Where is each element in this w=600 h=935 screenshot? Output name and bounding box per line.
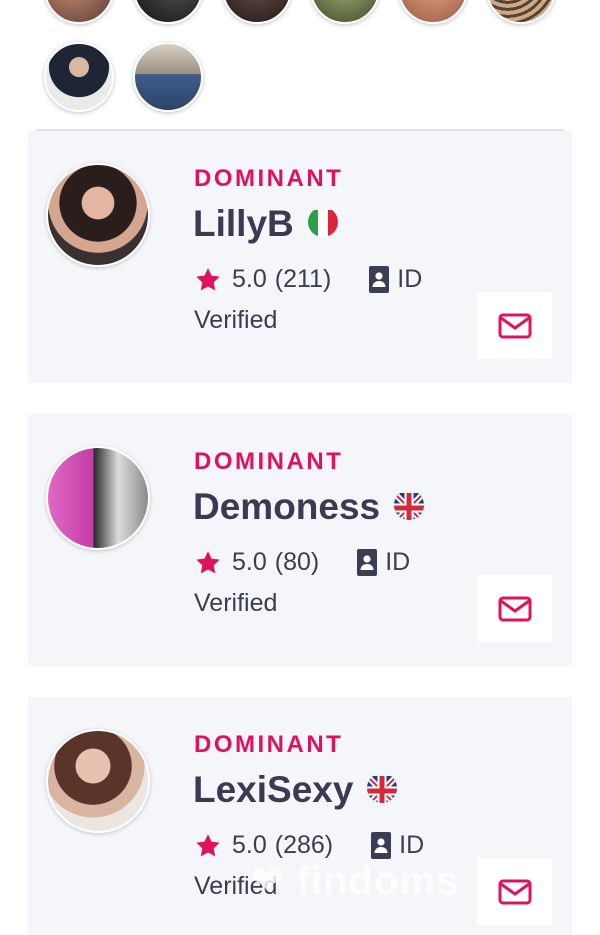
verified-label: Verified [194,589,278,617]
verified-label: Verified [194,306,278,334]
profile-role: DOMINANT [194,731,344,758]
story-avatar[interactable] [44,0,114,24]
profile-name-text: Demoness [193,486,381,527]
envelope-icon [498,879,531,904]
id-card-icon [357,549,378,576]
stories-strip [0,0,600,130]
profile-role: DOMINANT [194,165,344,192]
profile-avatar[interactable] [46,446,150,550]
story-avatar[interactable] [44,42,114,112]
uk-flag-icon [367,773,398,804]
message-button[interactable] [477,858,552,925]
story-avatar[interactable] [222,0,292,24]
id-badge: ID [371,831,424,860]
id-card-icon [369,266,390,293]
profile-avatar[interactable] [46,163,150,267]
story-avatar[interactable] [398,0,468,24]
profile-name-text: LexiSexy [193,769,354,810]
star-icon [196,550,220,573]
story-avatar[interactable] [310,0,380,24]
profile-avatar[interactable] [46,729,150,833]
rating-row: 5.0 (286) ID [194,831,424,860]
id-card-icon [371,832,392,859]
rating-row: 5.0 (211) ID [194,265,422,294]
message-button[interactable] [477,575,552,642]
story-avatar[interactable] [486,0,556,24]
profile-card[interactable]: DOMINANT LillyB 5.0 (211) ID Verified [28,131,572,383]
rating-value: 5.0 [232,548,267,576]
id-label: ID [385,548,411,576]
star-icon [196,833,220,856]
profile-name[interactable]: LillyB [193,203,338,245]
heart-icon: ❤ [250,859,285,903]
story-avatar[interactable] [133,0,203,24]
star-icon [196,267,220,290]
italy-flag-icon [307,207,338,238]
review-count: (286) [274,831,334,859]
profile-card[interactable]: DOMINANT Demoness 5.0 (80) ID Verified [28,414,572,666]
profile-name[interactable]: Demoness [193,486,425,528]
rating-row: 5.0 (80) ID [194,548,410,577]
id-badge: ID [357,548,410,577]
profile-name-text: LillyB [193,203,294,244]
review-count: (211) [274,265,332,293]
envelope-icon [498,313,531,338]
uk-flag-icon [394,490,425,521]
profile-role: DOMINANT [194,448,344,475]
watermark-text: findoms [296,859,460,903]
rating-value: 5.0 [232,265,267,293]
message-button[interactable] [477,292,552,359]
profile-name[interactable]: LexiSexy [193,769,398,811]
envelope-icon [498,596,531,621]
review-count: (80) [274,548,320,576]
watermark: ❤ findoms [250,858,459,904]
id-badge: ID [369,265,422,294]
id-label: ID [399,831,425,859]
rating-value: 5.0 [232,831,267,859]
story-avatar[interactable] [133,42,203,112]
id-label: ID [397,265,423,293]
